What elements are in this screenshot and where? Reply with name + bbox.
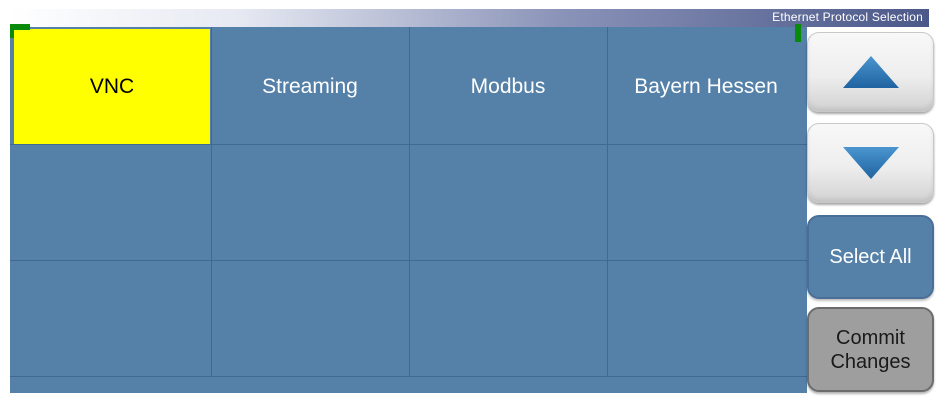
window-title: Ethernet Protocol Selection [772, 10, 923, 24]
corner-marker [795, 24, 801, 42]
protocol-cell-empty[interactable] [410, 261, 606, 376]
protocol-cell-empty[interactable] [410, 145, 606, 260]
protocol-cell-bayern-hessen[interactable]: Bayern Hessen [608, 29, 804, 144]
title-bar: Ethernet Protocol Selection [10, 9, 929, 27]
commit-label-line1: Commit [836, 326, 905, 349]
cell-label: Streaming [262, 74, 358, 98]
protocol-cell-vnc[interactable]: VNC [14, 29, 210, 144]
triangle-up-icon [842, 56, 899, 88]
protocol-cell-empty[interactable] [212, 145, 408, 260]
select-all-label: Select All [829, 245, 912, 268]
grid-divider [607, 27, 608, 377]
select-all-button[interactable]: Select All [807, 215, 934, 299]
protocol-cell-streaming[interactable]: Streaming [212, 29, 408, 144]
triangle-down-icon [842, 147, 899, 179]
corner-marker [10, 24, 14, 38]
protocol-cell-empty[interactable] [14, 145, 210, 260]
scroll-up-button[interactable] [807, 32, 934, 112]
cell-label: VNC [89, 74, 135, 98]
grid-divider [211, 27, 212, 377]
protocol-cell-modbus[interactable]: Modbus [410, 29, 606, 144]
protocol-grid: VNC Streaming Modbus Bayern Hessen [10, 24, 807, 393]
protocol-cell-empty[interactable] [14, 261, 210, 376]
commit-changes-button[interactable]: Commit Changes [807, 307, 934, 392]
protocol-cell-empty[interactable] [608, 261, 804, 376]
protocol-cell-empty[interactable] [212, 261, 408, 376]
protocol-cell-empty[interactable] [608, 145, 804, 260]
sidebar: Select All Commit Changes [807, 27, 939, 398]
commit-label-line2: Changes [830, 350, 911, 373]
cell-label: Modbus [470, 74, 546, 98]
cell-label: Bayern Hessen [634, 74, 778, 98]
scroll-down-button[interactable] [807, 123, 934, 203]
grid-divider [409, 27, 410, 377]
